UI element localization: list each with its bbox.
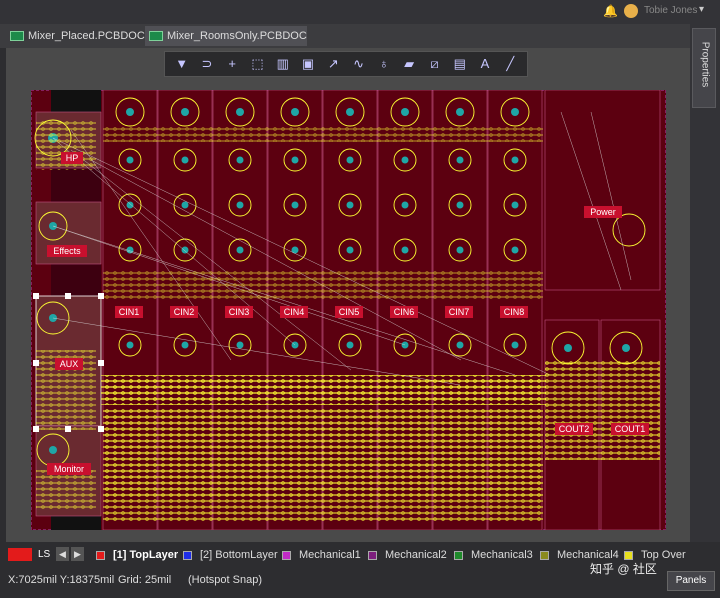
room-label-cout2: COUT2 — [559, 424, 590, 434]
route-icon[interactable]: ⊃ — [196, 54, 218, 74]
line-draw-icon[interactable]: ⧄ — [423, 54, 445, 74]
current-layer-color-swatch — [8, 548, 32, 561]
user-menu-chevron-down-icon[interactable]: ▾ — [699, 4, 704, 15]
tab-mixer-placed[interactable]: Mixer_Placed.PCBDOC * — [6, 26, 145, 62]
pin-icon[interactable]: ♁ — [373, 54, 395, 74]
path-icon[interactable]: ↗ — [322, 54, 344, 74]
layer-color-swatch — [183, 550, 192, 560]
room-label-aux: AUX — [60, 359, 79, 369]
room-label-power: Power — [590, 207, 616, 217]
pcb-document-icon — [10, 31, 24, 41]
bar-chart-icon[interactable]: ▥ — [272, 54, 294, 74]
text-icon[interactable]: A — [474, 54, 496, 74]
pcb-document-icon — [149, 31, 163, 41]
document-tab-bar: Mixer_Placed.PCBDOC * Mixer_RoomsOnly.PC… — [0, 24, 690, 62]
layer-tab-mechanical2[interactable]: Mechanical2 — [368, 548, 447, 562]
shape-icon[interactable]: ▰ — [398, 54, 420, 74]
tab-mixer-roomsonly[interactable]: Mixer_RoomsOnly.PCBDOC * — [145, 26, 307, 62]
room-label-cin8: CIN8 — [504, 307, 525, 317]
layer-tab-mechanical1[interactable]: Mechanical1 — [282, 548, 361, 562]
layer-tab-bottomlayer[interactable]: [2] BottomLayer — [183, 548, 278, 562]
component-icon[interactable]: ▣ — [297, 54, 319, 74]
user-name[interactable]: Tobie Jones — [644, 5, 697, 16]
room-label-cin4: CIN4 — [284, 307, 305, 317]
layer-color-swatch — [282, 550, 291, 560]
right-side-panel-strip: Properties — [690, 24, 720, 576]
room-label-cin5: CIN5 — [339, 307, 360, 317]
layer-color-swatch — [368, 550, 377, 560]
room-label-cin1: CIN1 — [119, 307, 140, 317]
layer-color-swatch — [96, 550, 105, 560]
plus-icon[interactable]: + — [221, 54, 243, 74]
layer-label: [1] TopLayer — [113, 549, 179, 561]
watermark: 知乎 @ 社区 — [590, 562, 657, 576]
room-label-cin2: CIN2 — [174, 307, 195, 317]
pcb-board[interactable]: HP Effects AUX Monitor Power COUT2 COUT1… — [31, 90, 666, 530]
layer-scroll-left-icon[interactable]: ◀ — [56, 547, 69, 561]
layer-color-swatch — [454, 550, 463, 560]
layer-set-selector[interactable]: LS — [8, 548, 50, 561]
chart-icon[interactable]: ▤ — [449, 54, 471, 74]
cursor-coordinates: X:7025mil Y:18375mil — [8, 574, 115, 586]
status-bar: X:7025mil Y:18375mil Grid: 25mil (Hotspo… — [0, 562, 720, 598]
snap-mode: (Hotspot Snap) — [188, 574, 262, 586]
properties-panel-tab[interactable]: Properties — [692, 28, 716, 108]
line-icon[interactable]: ╱ — [499, 54, 521, 74]
layer-label: [2] BottomLayer — [200, 549, 278, 561]
properties-label: Properties — [699, 41, 711, 88]
layer-scroll-right-icon[interactable]: ▶ — [71, 547, 84, 561]
layer-tab-mechanical3[interactable]: Mechanical3 — [454, 548, 533, 562]
select-rect-icon[interactable]: ⬚ — [246, 54, 268, 74]
room-label-cout1: COUT1 — [615, 424, 646, 434]
notification-bell-icon[interactable]: 🔔 — [603, 4, 618, 18]
filter-icon[interactable]: ▼ — [171, 54, 193, 74]
room-label-effects: Effects — [53, 246, 81, 256]
layer-label: Mechanical3 — [471, 549, 533, 561]
layer-label: Mechanical1 — [299, 549, 361, 561]
layer-color-swatch — [540, 550, 549, 560]
title-bar: 🔔 Tobie Jones ▾ — [0, 0, 720, 24]
room-label-cin6: CIN6 — [394, 307, 415, 317]
active-bar-toolbar: ▼ ⊃ + ⬚ ▥ ▣ ↗ ∿ ♁ ▰ ⧄ ▤ A ╱ — [164, 51, 528, 77]
layer-label: Mechanical2 — [385, 549, 447, 561]
layer-set-label: LS — [38, 549, 51, 560]
grid-size: Grid: 25mil — [118, 574, 172, 586]
room-label-cin7: CIN7 — [449, 307, 470, 317]
layer-color-swatch — [624, 550, 633, 560]
room-label-hp: HP — [66, 153, 79, 163]
user-avatar[interactable] — [624, 4, 638, 18]
room-label-cin3: CIN3 — [229, 307, 250, 317]
panels-button[interactable]: Panels — [667, 571, 715, 591]
layer-tab-toplayer[interactable]: [1] TopLayer — [96, 548, 178, 562]
room-label-monitor: Monitor — [54, 464, 84, 474]
wave-icon[interactable]: ∿ — [348, 54, 370, 74]
